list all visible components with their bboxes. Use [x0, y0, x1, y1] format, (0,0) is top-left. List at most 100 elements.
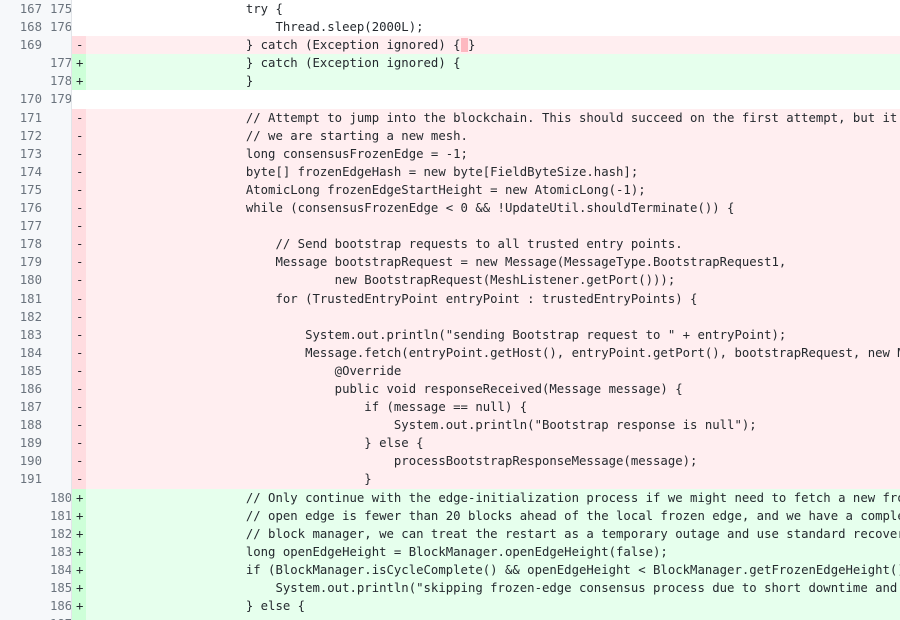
code-line[interactable]: for (TrustedEntryPoint entryPoint : trus…: [86, 289, 900, 308]
diff-row[interactable]: 168 176 Thread.sleep(2000L);: [0, 18, 900, 37]
code-line[interactable]: byte[] frozenEdgeHash = new byte[FieldBy…: [86, 162, 900, 181]
line-number-new: [50, 470, 71, 489]
code-line[interactable]: Message bootstrapRequest = new Message(M…: [86, 253, 900, 272]
diff-row[interactable]: 187 - if (message == null) {: [0, 398, 900, 417]
code-line[interactable]: if (message == null) {: [86, 398, 900, 417]
diff-row[interactable]: 174 - byte[] frozenEdgeHash = new byte[Fi…: [0, 162, 900, 181]
code-line[interactable]: @Override: [86, 361, 900, 380]
diff-row[interactable]: 188 - System.out.println("Bootstrap respo…: [0, 416, 900, 435]
diff-row[interactable]: 175 - AtomicLong frozenEdgeStartHeight = …: [0, 180, 900, 200]
line-number-new: [50, 36, 71, 55]
diff-marker: -: [72, 361, 86, 380]
line-number-new: 187: [50, 615, 72, 620]
code-line[interactable]: // open edge is fewer than 20 blocks ahe…: [86, 506, 900, 525]
diff-row[interactable]: 171 - // Attempt to jump into the blockch…: [0, 108, 900, 127]
line-number-new: 180: [50, 488, 72, 507]
diff-row[interactable]: 169 - } catch (Exception ignored) { }: [0, 36, 900, 55]
code-line[interactable]: System.out.println("skipping frozen-edge…: [86, 579, 900, 598]
diff-row[interactable]: 184 - Message.fetch(entryPoint.getHost(),…: [0, 343, 900, 362]
line-number-old: [0, 560, 50, 579]
diff-row[interactable]: 170 179: [0, 90, 900, 109]
diff-row[interactable]: 187+: [0, 615, 900, 620]
diff-row[interactable]: 181 - for (TrustedEntryPoint entryPoint :…: [0, 289, 900, 308]
code-line[interactable]: if (BlockManager.isCycleComplete() && op…: [86, 560, 900, 579]
diff-row[interactable]: 181 + // open edge is fewer than 20 block…: [0, 506, 900, 525]
diff-row[interactable]: 178 - // Send bootstrap requests to all t…: [0, 235, 900, 254]
diff-row[interactable]: 177 + } catch (Exception ignored) {: [0, 54, 900, 73]
code-line[interactable]: [86, 307, 900, 326]
diff-marker: +: [72, 54, 86, 73]
code-line[interactable]: try {: [86, 0, 900, 19]
line-number-old: 173: [0, 144, 50, 163]
diff-row[interactable]: 182 + // block manager, we can treat the …: [0, 524, 900, 543]
line-number-new: 181: [50, 506, 72, 525]
diff-row[interactable]: 191 - }: [0, 470, 900, 489]
diff-row[interactable]: 179 - Message bootstrapRequest = new Mess…: [0, 253, 900, 272]
code-line[interactable]: [86, 90, 900, 109]
code-line[interactable]: // Only continue with the edge-initializ…: [86, 488, 900, 507]
diff-row[interactable]: 186 - public void responseReceived(Messag…: [0, 379, 900, 399]
code-line[interactable]: } catch (Exception ignored) {: [86, 54, 900, 73]
word-diff-highlight: [460, 38, 468, 53]
code-line[interactable]: // Attempt to jump into the blockchain. …: [86, 108, 900, 127]
diff-row[interactable]: 176 - while (consensusFrozenEdge < 0 && !…: [0, 199, 900, 218]
line-number-new: [50, 289, 71, 308]
code-line[interactable]: [86, 217, 900, 236]
line-number-new: [50, 253, 71, 272]
code-line[interactable]: System.out.println("sending Bootstrap re…: [86, 325, 900, 344]
diff-row[interactable]: 180 + // Only continue with the edge-init…: [0, 488, 900, 507]
line-number-old: 183: [0, 325, 50, 344]
code-line[interactable]: [86, 615, 900, 620]
code-line[interactable]: // we are starting a new mesh.: [86, 126, 900, 145]
code-line[interactable]: System.out.println("Bootstrap response i…: [86, 416, 900, 435]
diff-row[interactable]: 183 - System.out.println("sending Bootstr…: [0, 325, 900, 344]
diff-row[interactable]: 178 + }: [0, 72, 900, 91]
line-number-new: [50, 379, 71, 399]
line-number-old: 174: [0, 162, 50, 181]
code-line[interactable]: } else {: [86, 597, 900, 616]
code-line[interactable]: processBootstrapResponseMessage(message)…: [86, 452, 900, 471]
code-segment: } catch (Exception ignored) {: [157, 38, 461, 53]
line-number-new: 178: [50, 72, 72, 91]
diff-row[interactable]: 185 + System.out.println("skipping frozen…: [0, 579, 900, 598]
code-line[interactable]: AtomicLong frozenEdgeStartHeight = new A…: [86, 180, 900, 200]
diff-row[interactable]: 177 -: [0, 217, 900, 236]
diff-marker: -: [72, 470, 86, 489]
code-diff-view[interactable]: 167 175 try {168 176 Thread.sleep(2000L); 1…: [0, 0, 900, 620]
code-line[interactable]: new BootstrapRequest(MeshListener.getPor…: [86, 271, 900, 290]
diff-row[interactable]: 190 - processBootstrapResponseMessage(mes…: [0, 452, 900, 471]
code-line[interactable]: // block manager, we can treat the resta…: [86, 524, 900, 543]
code-line[interactable]: public void responseReceived(Message mes…: [86, 379, 900, 399]
code-line[interactable]: Thread.sleep(2000L);: [86, 18, 900, 37]
line-number-old: 178: [0, 235, 50, 254]
code-line[interactable]: long openEdgeHeight = BlockManager.openE…: [86, 542, 900, 561]
code-line[interactable]: long consensusFrozenEdge = -1;: [86, 144, 900, 163]
diff-row[interactable]: 189 - } else {: [0, 434, 900, 453]
code-line[interactable]: } else {: [86, 434, 900, 453]
diff-row[interactable]: 186 + } else {: [0, 597, 900, 616]
code-line[interactable]: // Send bootstrap requests to all truste…: [86, 235, 900, 254]
diff-marker: +: [72, 597, 86, 616]
line-number-new: [50, 452, 71, 471]
diff-row[interactable]: 183 + long openEdgeHeight = BlockManager.…: [0, 542, 900, 561]
code-line[interactable]: } catch (Exception ignored) { }: [86, 36, 900, 55]
diff-row[interactable]: 185 - @Override: [0, 361, 900, 380]
code-line[interactable]: while (consensusFrozenEdge < 0 && !Updat…: [86, 199, 900, 218]
line-number-old: [0, 597, 50, 616]
line-number-old: 171: [0, 108, 50, 127]
line-number-old: 185: [0, 361, 50, 380]
line-number-old: [0, 72, 50, 91]
diff-row[interactable]: 172 - // we are starting a new mesh.: [0, 126, 900, 145]
code-line[interactable]: Message.fetch(entryPoint.getHost(), entr…: [86, 343, 900, 362]
diff-row[interactable]: 184 + if (BlockManager.isCycleComplete() …: [0, 560, 900, 579]
diff-row[interactable]: 180 - new BootstrapRequest(MeshListener.g…: [0, 271, 900, 290]
line-number-new: 184: [50, 560, 72, 579]
line-number-old: 176: [0, 199, 50, 218]
diff-row[interactable]: 167 175 try {: [0, 0, 900, 19]
line-number-new: 186: [50, 597, 72, 616]
diff-row[interactable]: 173 - long consensusFrozenEdge = -1;: [0, 144, 900, 163]
code-line[interactable]: }: [86, 470, 900, 489]
diff-row[interactable]: 182 -: [0, 307, 900, 326]
code-line[interactable]: }: [86, 72, 900, 91]
line-number-new: 179: [50, 90, 72, 109]
